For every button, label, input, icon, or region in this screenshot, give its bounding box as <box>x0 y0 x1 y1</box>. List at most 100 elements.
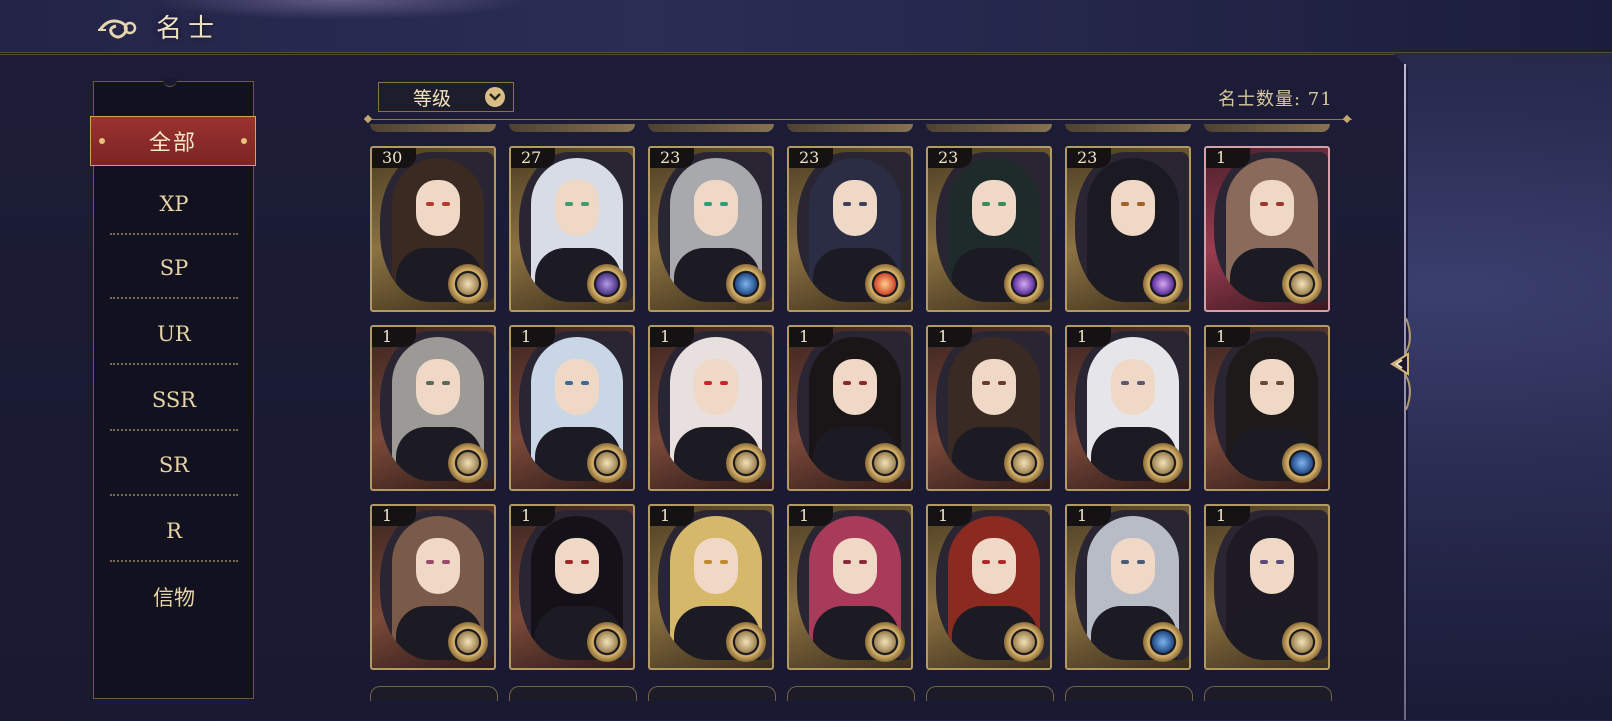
hero-card[interactable]: 1 <box>1065 504 1191 670</box>
portrait-face <box>1250 359 1294 415</box>
hero-card-partial[interactable] <box>926 686 1054 701</box>
hero-card-partial[interactable] <box>370 686 498 701</box>
portrait-eye <box>442 560 450 564</box>
tab-label: SP <box>159 256 189 280</box>
hero-card[interactable]: 1 <box>509 504 635 670</box>
hero-card-partial[interactable] <box>648 686 776 701</box>
tab-sp[interactable]: SP <box>110 239 238 299</box>
portrait-eye <box>426 202 434 206</box>
portrait-eye <box>426 560 434 564</box>
emblem-core <box>1152 273 1174 295</box>
emblem-core <box>735 452 757 474</box>
hero-card[interactable]: 1 <box>787 504 913 670</box>
hero-card[interactable]: 30 <box>370 146 496 312</box>
hero-card-partial[interactable] <box>509 124 635 132</box>
emblem-core <box>457 273 479 295</box>
emblem-core <box>596 273 618 295</box>
tab-ur[interactable]: UR <box>110 305 238 365</box>
hero-card-partial[interactable] <box>1204 124 1330 132</box>
tab-label: SSR <box>151 388 197 412</box>
hero-card-partial[interactable] <box>370 124 496 132</box>
hero-card[interactable]: 23 <box>648 146 774 312</box>
level-badge: 1 <box>1067 327 1111 347</box>
portrait-eye <box>426 381 434 385</box>
hero-card[interactable]: 1 <box>1065 325 1191 491</box>
portrait-eye <box>1276 560 1284 564</box>
faction-emblem-icon <box>448 264 488 304</box>
portrait-eye <box>442 202 450 206</box>
portrait-face <box>694 359 738 415</box>
tab-all[interactable]: 全部 <box>90 116 256 166</box>
faction-emblem-icon <box>1282 622 1322 662</box>
portrait-eye <box>859 381 867 385</box>
emblem-core <box>1291 631 1313 653</box>
tab-r[interactable]: R <box>110 502 238 562</box>
collapse-arrow-icon[interactable] <box>1384 318 1418 410</box>
emblem-core <box>1291 273 1313 295</box>
portrait-eye <box>720 202 728 206</box>
portrait-eye <box>1121 381 1129 385</box>
level-badge: 1 <box>511 327 555 347</box>
hero-card-partial[interactable] <box>1065 686 1193 701</box>
emblem-core <box>1013 452 1035 474</box>
hero-card[interactable]: 1 <box>509 325 635 491</box>
portrait-eye <box>1137 560 1145 564</box>
portrait-eye <box>1121 202 1129 206</box>
hero-card[interactable]: 1 <box>1204 504 1330 670</box>
hero-card-partial[interactable] <box>648 124 774 132</box>
tab-ssr[interactable]: SSR <box>110 371 238 431</box>
hero-card[interactable]: 1 <box>648 325 774 491</box>
portrait-face <box>555 359 599 415</box>
tab-tokens[interactable]: 信物 <box>110 568 238 626</box>
faction-emblem-icon <box>448 622 488 662</box>
tab-xp[interactable]: XP <box>110 175 238 235</box>
hero-card[interactable]: 27 <box>509 146 635 312</box>
hero-card[interactable]: 1 <box>1204 146 1330 312</box>
hero-card[interactable]: 23 <box>787 146 913 312</box>
tab-label: SR <box>158 453 190 477</box>
hero-card[interactable]: 23 <box>1065 146 1191 312</box>
hero-card[interactable]: 23 <box>926 146 1052 312</box>
hero-card[interactable]: 1 <box>1204 325 1330 491</box>
hero-card-partial[interactable] <box>926 124 1052 132</box>
level-badge: 23 <box>928 148 972 168</box>
portrait-face <box>1250 538 1294 594</box>
hero-card[interactable]: 1 <box>787 325 913 491</box>
portrait-eye <box>1276 381 1284 385</box>
hero-card[interactable]: 1 <box>648 504 774 670</box>
portrait-face <box>833 180 877 236</box>
sort-divider <box>368 119 1352 120</box>
level-badge: 27 <box>511 148 555 168</box>
sort-dropdown[interactable]: 等级 <box>378 82 514 112</box>
portrait-eye <box>1121 560 1129 564</box>
emblem-core <box>874 631 896 653</box>
portrait-eye <box>843 202 851 206</box>
level-badge: 1 <box>1067 506 1111 526</box>
top-header: 名士 <box>0 0 1612 53</box>
emblem-core <box>874 452 896 474</box>
level-badge: 23 <box>1067 148 1111 168</box>
hero-card-partial[interactable] <box>787 686 915 701</box>
hero-card-partial[interactable] <box>1065 124 1191 132</box>
tab-sr[interactable]: SR <box>110 436 238 496</box>
portrait-face <box>1111 180 1155 236</box>
portrait-eye <box>565 202 573 206</box>
portrait-eye <box>704 202 712 206</box>
tab-label: 信物 <box>153 586 195 610</box>
level-badge: 1 <box>511 506 555 526</box>
hero-card[interactable]: 1 <box>926 325 1052 491</box>
portrait-face <box>833 359 877 415</box>
hero-card-partial[interactable] <box>1204 686 1332 701</box>
portrait-face <box>416 359 460 415</box>
portrait-eye <box>859 202 867 206</box>
cloud-swirl-icon[interactable] <box>96 10 148 42</box>
hero-card-partial[interactable] <box>787 124 913 132</box>
hero-card[interactable]: 1 <box>370 325 496 491</box>
level-badge: 1 <box>1206 327 1250 347</box>
hero-card[interactable]: 1 <box>926 504 1052 670</box>
level-badge: 1 <box>1206 148 1250 168</box>
faction-emblem-icon <box>1143 264 1183 304</box>
level-badge: 1 <box>789 327 833 347</box>
hero-card[interactable]: 1 <box>370 504 496 670</box>
hero-card-partial[interactable] <box>509 686 637 701</box>
